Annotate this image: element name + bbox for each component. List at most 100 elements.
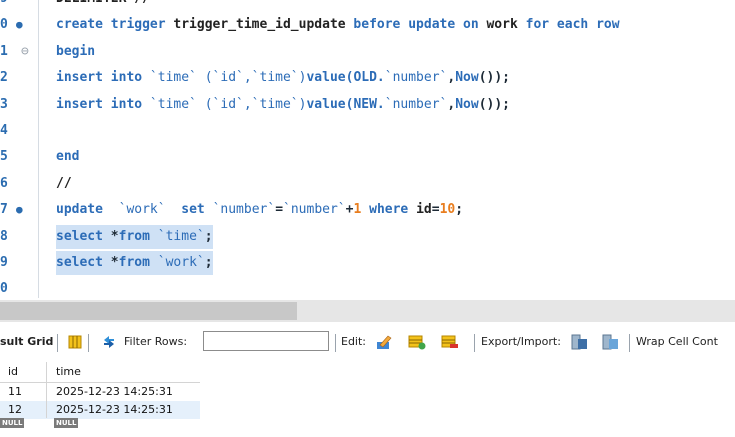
line-number: 2 <box>0 70 8 86</box>
export-icon[interactable] <box>570 333 588 351</box>
code-token: from <box>118 228 158 244</box>
code-text[interactable]: create trigger trigger_time_id_update be… <box>56 13 620 37</box>
code-line[interactable]: 2 insert into `time` (`id`,`time`)value(O… <box>0 66 735 90</box>
line-number: 4 <box>0 123 8 138</box>
null-badge[interactable]: NULL <box>54 418 79 428</box>
delete-row-icon[interactable] <box>441 333 459 351</box>
code-token: where <box>369 202 417 218</box>
code-token: ; <box>455 202 464 218</box>
filter-rows-input[interactable] <box>203 331 329 351</box>
code-token: insert into <box>56 70 150 86</box>
code-line[interactable]: 7 ● update `work` set `number`=`number`+1 … <box>0 198 735 222</box>
toolbar-separator <box>88 334 89 352</box>
code-token: begin <box>56 43 96 59</box>
code-token: insert into <box>56 96 150 112</box>
edit-label: Edit: <box>341 335 367 348</box>
code-token: id <box>416 202 432 218</box>
code-token: value( <box>306 70 354 86</box>
code-line[interactable]: 0 ● create trigger trigger_time_id_update … <box>0 13 735 37</box>
code-token: = <box>431 202 440 218</box>
sql-editor[interactable]: 9 DELIMITER // 0 ● create trigger trigger_ti… <box>0 0 735 298</box>
code-line[interactable]: 4 <box>0 119 735 143</box>
code-token: update <box>56 202 119 218</box>
code-token: = <box>275 202 284 218</box>
toolbar-separator <box>335 334 336 352</box>
code-token: * <box>110 255 119 270</box>
code-token: DELIMITER // <box>56 0 150 6</box>
statement-marker-icon[interactable]: ● <box>16 13 26 37</box>
column-header-id[interactable]: id <box>8 365 18 378</box>
table-row[interactable]: 12 2025-12-23 14:25:31 <box>0 401 200 419</box>
line-number: 0 <box>0 17 8 33</box>
code-token: `number` <box>384 96 448 112</box>
cell-time[interactable]: 2025-12-23 14:25:31 <box>56 385 173 398</box>
cell-id[interactable]: 11 <box>8 385 22 398</box>
column-header-time[interactable]: time <box>56 365 81 378</box>
null-badge[interactable]: NULL <box>0 418 25 428</box>
toolbar-separator <box>629 334 630 352</box>
code-text[interactable]: begin <box>56 40 95 64</box>
code-line[interactable]: 6 // <box>0 172 735 196</box>
code-line[interactable]: 3 insert into `time` (`id`,`time`)value(N… <box>0 93 735 117</box>
code-line[interactable]: 9 DELIMITER // <box>0 0 735 11</box>
code-line[interactable]: 1 ⊖ begin <box>0 40 735 64</box>
code-token: ()); <box>478 70 510 86</box>
code-line[interactable]: 9 select *from `work`; <box>0 251 735 275</box>
line-number: 3 <box>0 96 8 112</box>
code-token: end <box>56 149 80 165</box>
code-line[interactable]: 8 select *from `time`; <box>0 224 735 249</box>
code-token: create trigger <box>56 17 174 33</box>
code-token: work <box>486 17 526 33</box>
add-row-icon[interactable] <box>408 333 426 351</box>
code-token: NEW. <box>353 96 385 112</box>
result-grid-tab[interactable]: sult Grid <box>0 335 53 348</box>
code-token: select <box>56 255 111 270</box>
scrollbar-thumb[interactable] <box>0 302 297 320</box>
line-number: 5 <box>0 149 8 165</box>
toolbar-separator <box>474 334 475 352</box>
code-line[interactable]: 5 end <box>0 145 735 169</box>
code-text[interactable]: update `work` set `number`=`number`+1 wh… <box>56 198 463 222</box>
code-token: select <box>56 228 111 244</box>
code-text[interactable]: DELIMITER // <box>56 0 150 11</box>
code-line[interactable]: 0 <box>0 277 735 298</box>
code-text[interactable]: insert into `time` (`id`,`time`)value(OL… <box>56 66 510 90</box>
code-token: ; <box>204 228 213 244</box>
code-token: `time` <box>157 228 205 244</box>
code-token: before update on <box>353 17 487 33</box>
edit-pencil-icon[interactable] <box>375 333 393 351</box>
cell-time[interactable]: 2025-12-23 14:25:31 <box>56 403 173 416</box>
code-token: `work` <box>157 255 205 270</box>
wrap-cell-content-label[interactable]: Wrap Cell Cont <box>636 335 718 348</box>
code-text[interactable]: end <box>56 145 79 169</box>
statement-marker-icon[interactable]: ● <box>16 198 26 222</box>
new-row-placeholder[interactable]: NULL NULL <box>0 418 200 430</box>
export-import-label: Export/Import: <box>481 335 561 348</box>
grid-layout-icon[interactable] <box>66 333 84 351</box>
code-token: `time` (`id`,`time`) <box>149 96 307 112</box>
code-token: OLD. <box>353 70 385 86</box>
code-token: `work` <box>118 202 182 218</box>
line-number: 1 <box>0 43 8 59</box>
toolbar-separator <box>57 334 58 352</box>
table-row[interactable]: 11 2025-12-23 14:25:31 <box>0 383 200 401</box>
import-icon[interactable] <box>601 333 619 351</box>
code-token: `number` <box>384 70 448 86</box>
code-token: 1 <box>353 202 370 218</box>
code-text[interactable]: // <box>56 172 72 196</box>
code-text[interactable]: select *from `time`; <box>56 224 213 249</box>
code-token: ()); <box>478 96 510 112</box>
code-text[interactable]: select *from `work`; <box>56 251 213 275</box>
code-token: trigger_time_id_update <box>173 17 354 33</box>
line-number: 8 <box>0 228 8 244</box>
fold-toggle-icon[interactable]: ⊖ <box>21 40 29 64</box>
refresh-icon[interactable] <box>100 333 118 351</box>
cell-id[interactable]: 12 <box>8 403 22 416</box>
code-text[interactable]: insert into `time` (`id`,`time`)value(NE… <box>56 93 510 117</box>
grid-header: id time <box>0 362 200 383</box>
code-token: for each row <box>525 17 620 33</box>
code-token: // <box>56 175 72 191</box>
code-token: * <box>110 228 119 244</box>
line-number: 9 <box>0 255 8 270</box>
horizontal-scrollbar[interactable] <box>0 300 735 322</box>
